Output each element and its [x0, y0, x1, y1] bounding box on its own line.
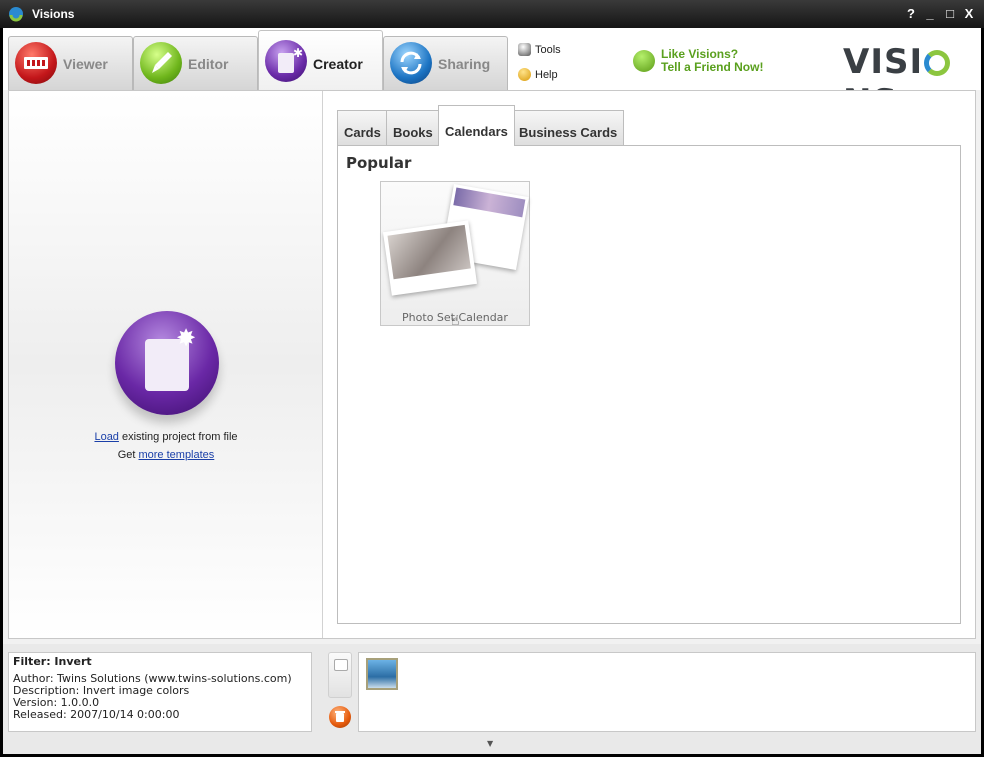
template-browser: Cards Books Calendars Business Cards Pop…: [337, 105, 961, 624]
filter-title: Filter: Invert: [13, 655, 92, 668]
thumbnail-size-control: [325, 652, 355, 734]
help-menu[interactable]: Help: [518, 68, 558, 81]
expand-arrow-icon[interactable]: ▼: [487, 739, 493, 748]
more-templates-link[interactable]: more templates: [138, 449, 214, 461]
tools-label: Tools: [535, 43, 561, 56]
get-text: Get: [117, 449, 139, 461]
filter-released: Released: 2007/10/14 0:00:00: [13, 708, 180, 721]
close-button[interactable]: X: [960, 5, 978, 23]
main-tab-bar: Viewer Editor ✱ Creator Sharing Tools He…: [3, 28, 981, 122]
title-bar: Visions ? _ □ X: [0, 0, 984, 28]
help-window-button[interactable]: ?: [902, 5, 920, 23]
tab-creator-label: Creator: [313, 56, 363, 72]
templates-line: Get more templates: [9, 449, 323, 461]
tab-viewer[interactable]: Viewer: [8, 36, 133, 90]
window-title: Visions: [32, 7, 75, 21]
tab-sharing-label: Sharing: [438, 56, 491, 72]
tab-cards[interactable]: Cards: [337, 110, 388, 146]
creator-large-icon: ✸: [115, 311, 219, 415]
photo-tray: [358, 652, 976, 732]
filmstrip-icon: [15, 42, 57, 84]
photo-thumbnail[interactable]: [366, 658, 398, 690]
tab-sharing[interactable]: Sharing: [383, 36, 508, 90]
hand-cursor-icon: ☝: [451, 313, 460, 329]
tab-books[interactable]: Books: [386, 110, 440, 146]
filter-info-box: Filter: Invert Author: Twins Solutions (…: [8, 652, 312, 732]
zoom-slider[interactable]: [328, 652, 352, 698]
logo-prefix: VISI: [843, 42, 924, 82]
section-title: Popular: [346, 154, 412, 172]
sparkle-icon: ✸: [175, 324, 197, 352]
help-icon: [518, 68, 531, 81]
maximize-button[interactable]: □: [941, 5, 959, 23]
svg-text:✱: ✱: [293, 46, 303, 60]
new-document-icon: ✱: [265, 40, 307, 82]
tab-creator[interactable]: ✱ Creator: [258, 30, 383, 91]
calendar-back-photo: [453, 187, 526, 218]
load-text: existing project from file: [118, 431, 238, 443]
tools-menu[interactable]: Tools: [518, 43, 561, 56]
calendar-front-photo: [387, 224, 471, 280]
tab-editor[interactable]: Editor: [133, 36, 258, 90]
visions-app-icon: [8, 6, 24, 22]
zoom-slider-thumb[interactable]: [334, 659, 348, 671]
template-gallery: Popular Photo Set Calendar ☝: [337, 145, 961, 624]
brush-icon: [140, 42, 182, 84]
sync-arrows-icon: [390, 42, 432, 84]
template-tile-photo-set-calendar[interactable]: Photo Set Calendar ☝: [380, 181, 530, 329]
tools-icon: [518, 43, 531, 56]
trash-icon[interactable]: [329, 706, 351, 728]
promo-line-2: Tell a Friend Now!: [661, 60, 764, 74]
tab-business-cards[interactable]: Business Cards: [512, 110, 625, 146]
tab-calendars[interactable]: Calendars: [438, 105, 515, 146]
bottom-panel: Filter: Invert Author: Twins Solutions (…: [3, 644, 981, 754]
thumbs-up-icon: [633, 50, 655, 72]
app-frame: Viewer Editor ✱ Creator Sharing Tools He…: [3, 28, 981, 754]
tell-a-friend-link[interactable]: Like Visions? Tell a Friend Now!: [633, 48, 763, 74]
load-project-line: Load existing project from file: [9, 431, 323, 443]
help-label: Help: [535, 68, 558, 81]
content-area: ✸ Load existing project from file Get mo…: [8, 90, 976, 639]
tab-viewer-label: Viewer: [63, 56, 108, 72]
creator-side-panel: ✸ Load existing project from file Get mo…: [9, 91, 323, 638]
tab-editor-label: Editor: [188, 56, 229, 72]
logo-o-mark: [924, 50, 951, 76]
calendar-front-preview: [382, 220, 478, 296]
load-link[interactable]: Load: [94, 431, 118, 443]
minimize-button[interactable]: _: [921, 5, 939, 23]
